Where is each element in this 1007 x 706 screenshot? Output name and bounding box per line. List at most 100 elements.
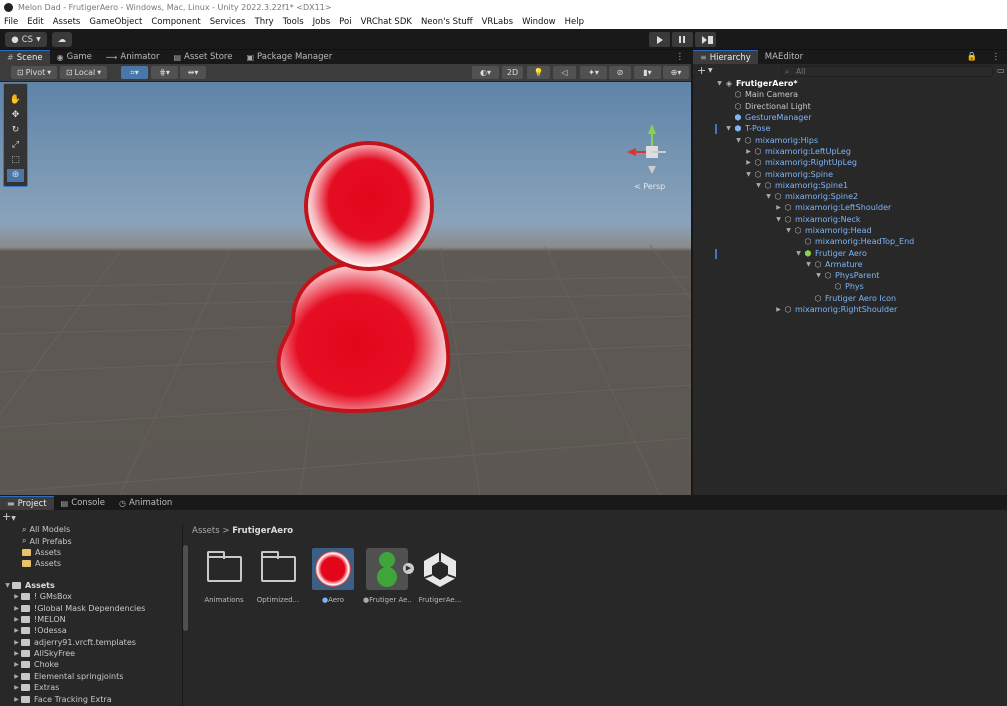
hand-tool-icon[interactable]: ✋	[7, 94, 24, 107]
play-button[interactable]	[649, 32, 670, 47]
hierarchy-row[interactable]: ▼ ⬡ PhysParent	[693, 270, 1007, 281]
asset-item[interactable]: Optimized...	[254, 548, 302, 604]
persp-label[interactable]: < Persp	[634, 182, 665, 191]
tab-game[interactable]: ◉ Game	[50, 50, 99, 64]
menu-poi[interactable]: Poi	[339, 17, 351, 27]
gizmos-dropdown[interactable]: ⊕▾	[663, 66, 689, 79]
expand-asset-icon[interactable]: ▶	[403, 563, 414, 574]
hierarchy-row[interactable]: ▼ ⬡ mixamorig:Spine	[693, 168, 1007, 179]
breadcrumb-root[interactable]: Assets	[192, 526, 220, 536]
hierarchy-row[interactable]: ▶ ⬡ mixamorig:RightShoulder	[693, 304, 1007, 315]
assets-root[interactable]: ▼ Assets	[0, 580, 182, 591]
move-tool-icon[interactable]: ✥	[7, 109, 24, 122]
hierarchy-row[interactable]: ▼ ⬡ mixamorig:Hips	[693, 134, 1007, 145]
panel-menu-icon[interactable]: ⋮	[669, 50, 692, 64]
account-button[interactable]: ● CS ▼	[5, 32, 47, 47]
folder-item[interactable]: ▶ !MELON	[0, 614, 182, 625]
collapse-arrow-icon[interactable]: ▶	[774, 204, 783, 211]
menu-services[interactable]: Services	[210, 17, 246, 27]
collapse-arrow-icon[interactable]: ▶	[12, 627, 21, 634]
expand-arrow-icon[interactable]: ▼	[744, 171, 753, 178]
asset-item[interactable]: Animations	[200, 548, 248, 604]
asset-item[interactable]: ●Aero	[309, 548, 357, 604]
tab-project[interactable]: ▬ Project	[0, 496, 54, 510]
collapse-arrow-icon[interactable]: ▶	[12, 661, 21, 668]
tab-asset-store[interactable]: ▤ Asset Store	[166, 50, 239, 64]
favorite-item[interactable]: ⌕ All Prefabs	[0, 535, 182, 546]
hierarchy-search-input[interactable]: ⌕ All	[781, 66, 993, 77]
scene-visibility-icon[interactable]: ▭	[997, 66, 1005, 75]
effects-dropdown[interactable]: ✦▾	[580, 66, 607, 79]
favorite-item[interactable]: Assets	[0, 547, 182, 558]
folder-item[interactable]: ▶ !Global Mask Dependencies	[0, 602, 182, 613]
favorite-item[interactable]: Assets	[0, 558, 182, 569]
hierarchy-row[interactable]: ▶ ⬡ mixamorig:RightUpLeg	[693, 157, 1007, 168]
hierarchy-row[interactable]: ▼ ◈ FrutigerAero*	[693, 78, 1007, 89]
collapse-arrow-icon[interactable]: ▶	[12, 684, 21, 691]
hierarchy-row[interactable]: ▼ ⬡ mixamorig:Spine2	[693, 191, 1007, 202]
scene-viewport[interactable]: < Persp	[0, 82, 691, 495]
draw-mode-dropdown[interactable]: ◐▾	[472, 66, 499, 79]
transform-tool-icon[interactable]: ⊛	[7, 169, 24, 182]
space-dropdown[interactable]: ⊡ Local ▼	[60, 66, 107, 79]
pause-button[interactable]	[672, 32, 693, 47]
collapse-arrow-icon[interactable]: ▶	[744, 148, 753, 155]
menu-vrchat-sdk[interactable]: VRChat SDK	[361, 17, 412, 27]
rect-tool-icon[interactable]: ⬚	[7, 154, 24, 167]
collapse-arrow-icon[interactable]: ▶	[12, 605, 21, 612]
hierarchy-row[interactable]: ▼ ⬢ T-Pose	[693, 123, 1007, 134]
tab-console[interactable]: ▤ Console	[54, 496, 112, 510]
menu-component[interactable]: Component	[151, 17, 200, 27]
lock-icon[interactable]: 🔒	[960, 50, 985, 64]
hierarchy-row[interactable]: ▼ ⬡ mixamorig:Head	[693, 225, 1007, 236]
hierarchy-row[interactable]: ▼ ⬡ mixamorig:Neck	[693, 214, 1007, 225]
audio-toggle[interactable]: ◁	[553, 66, 576, 79]
menu-file[interactable]: File	[4, 17, 18, 27]
hierarchy-row[interactable]: ⬡ Phys	[693, 281, 1007, 292]
lighting-toggle[interactable]: 💡	[527, 66, 550, 79]
rotate-tool-icon[interactable]: ↻	[7, 124, 24, 137]
expand-arrow-icon[interactable]: ▼	[774, 216, 783, 223]
expand-arrow-icon[interactable]: ▼	[804, 261, 813, 268]
menu-jobs[interactable]: Jobs	[313, 17, 331, 27]
menu-thry[interactable]: Thry	[255, 17, 274, 27]
hierarchy-row[interactable]: ⬢ GestureManager	[693, 112, 1007, 123]
collapse-arrow-icon[interactable]: ▶	[12, 673, 21, 680]
collapse-arrow-icon[interactable]: ▶	[744, 159, 753, 166]
expand-arrow-icon[interactable]: ▼	[784, 227, 793, 234]
grid-snap-toggle[interactable]: ⌗▾	[121, 66, 148, 79]
expand-arrow-icon[interactable]: ▼	[3, 582, 12, 589]
hierarchy-row[interactable]: ▼ ⬢ Frutiger Aero	[693, 247, 1007, 258]
visibility-toggle[interactable]: ⊘	[609, 66, 631, 79]
collapse-arrow-icon[interactable]: ▶	[12, 593, 21, 600]
collapse-arrow-icon[interactable]: ▶	[12, 616, 21, 623]
expand-arrow-icon[interactable]: ▼	[724, 125, 733, 132]
collapse-arrow-icon[interactable]: ▶	[12, 696, 21, 703]
add-icon[interactable]: +	[697, 64, 706, 77]
hierarchy-row[interactable]: ▼ ⬡ Armature	[693, 259, 1007, 270]
menu-vrlabs[interactable]: VRLabs	[482, 17, 514, 27]
collapse-arrow-icon[interactable]: ▶	[12, 650, 21, 657]
menu-tools[interactable]: Tools	[283, 17, 304, 27]
folder-item[interactable]: ▶ AllSkyFree	[0, 648, 182, 659]
hierarchy-row[interactable]: ⬡ Directional Light	[693, 101, 1007, 112]
folder-item[interactable]: ▶ ! GMsBox	[0, 591, 182, 602]
tab-animator[interactable]: ⟿ Animator	[99, 50, 167, 64]
expand-arrow-icon[interactable]: ▼	[734, 137, 743, 144]
tab-hierarchy[interactable]: ≡ Hierarchy	[693, 50, 758, 64]
tab-package-manager[interactable]: ▣ Package Manager	[239, 50, 339, 64]
cloud-button[interactable]: ☁	[52, 32, 72, 47]
tab-animation[interactable]: ◷ Animation	[112, 496, 179, 510]
increment-snap[interactable]: ⇹▾	[180, 66, 206, 79]
asset-item[interactable]: ●Frutiger Ae...	[363, 548, 411, 604]
toggle-2d-button[interactable]: 2D	[502, 66, 523, 79]
expand-arrow-icon[interactable]: ▼	[794, 250, 803, 257]
hierarchy-row[interactable]: ▶ ⬡ mixamorig:LeftShoulder	[693, 202, 1007, 213]
menu-edit[interactable]: Edit	[27, 17, 43, 27]
folder-item[interactable]: ▶ Face Tracking Extra	[0, 693, 182, 704]
create-button[interactable]: +▼	[2, 510, 16, 524]
hierarchy-row[interactable]: ⬡ Main Camera	[693, 89, 1007, 100]
panel-menu-icon[interactable]: ⋮	[985, 50, 1007, 64]
favorite-item[interactable]: ⌕ All Models	[0, 524, 182, 535]
tab-scene[interactable]: # Scene	[0, 50, 50, 64]
